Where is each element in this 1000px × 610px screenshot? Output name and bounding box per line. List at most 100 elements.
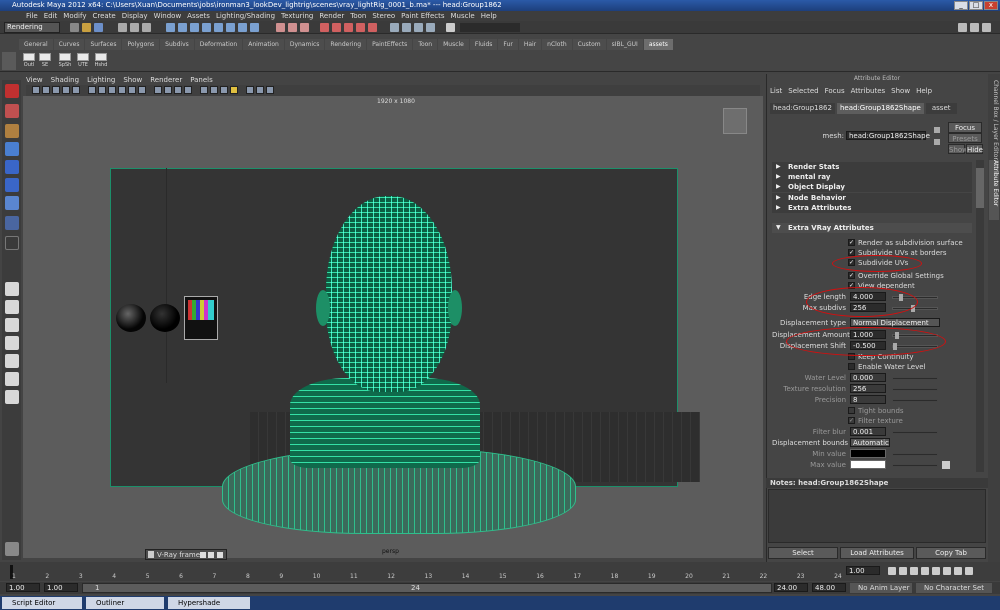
checkbox-tight-bounds[interactable] (848, 407, 855, 414)
go-to-end-icon[interactable] (965, 567, 973, 575)
shelf-tab-animation[interactable]: Animation (243, 39, 284, 50)
render-frame-icon[interactable] (402, 23, 411, 32)
attr-scroll-thumb[interactable] (976, 168, 984, 208)
viewport-menu-show[interactable]: Show (123, 76, 142, 85)
range-slider[interactable]: 1 24 (82, 583, 772, 593)
show-channel-box-icon[interactable] (982, 23, 991, 32)
play-backward-icon[interactable] (921, 567, 929, 575)
checkbox-enable-water[interactable] (848, 363, 855, 370)
shelf-spsh-button[interactable]: SpSh (58, 53, 72, 68)
section-node-behavior[interactable]: ▶ Node Behavior (772, 193, 972, 203)
persp-outliner-layout-icon[interactable] (5, 318, 19, 332)
chrome-ball[interactable] (116, 304, 146, 332)
paint-select-tool-icon[interactable] (5, 124, 19, 138)
last-tool-icon[interactable] (5, 236, 19, 250)
task-script-editor[interactable]: Script Editor (2, 597, 82, 609)
vray-close-button[interactable] (217, 552, 223, 558)
shelf-tab-surfaces[interactable]: Surfaces (85, 39, 122, 50)
mesh-name-field[interactable]: head:Group1862Shape (846, 131, 930, 140)
field-precision[interactable]: 8 (850, 395, 886, 404)
wireframe-icon[interactable] (154, 86, 162, 94)
shelf-tab-polygons[interactable]: Polygons (122, 39, 160, 50)
dropdown-displacement-type[interactable]: Normal Displacement (850, 318, 940, 327)
safe-action-icon[interactable] (128, 86, 136, 94)
menu-stereo[interactable]: Stereo (372, 11, 395, 21)
tab-group-transform[interactable]: head:Group1862 (770, 103, 835, 114)
menu-edit[interactable]: Edit (44, 11, 58, 21)
viewport-menu-shading[interactable]: Shading (51, 76, 79, 85)
menu-render[interactable]: Render (319, 11, 344, 21)
bookmark-icon[interactable] (52, 86, 60, 94)
select-rendering-icon[interactable] (238, 23, 247, 32)
node-input-icon[interactable] (934, 127, 940, 133)
viewport-menu-view[interactable]: View (26, 76, 43, 85)
animation-end-field[interactable]: 48.00 (812, 583, 846, 592)
xray-icon[interactable] (184, 86, 192, 94)
view-cube-icon[interactable] (723, 108, 747, 134)
section-object-display[interactable]: ▶ Object Display (772, 182, 972, 192)
go-to-start-icon[interactable] (888, 567, 896, 575)
viewport-menu-panels[interactable]: Panels (190, 76, 213, 85)
persp-graph-hypergraph-layout-icon[interactable] (5, 372, 19, 386)
checkbox-render-subdiv[interactable]: ✓ (848, 239, 855, 246)
animation-start-field[interactable]: 1.00 (6, 583, 40, 592)
output-ops-icon[interactable] (356, 23, 365, 32)
move-tool-icon[interactable] (5, 142, 19, 156)
snap-curve-icon[interactable] (288, 23, 297, 32)
persp-graph-layout-icon[interactable] (5, 336, 19, 350)
select-handles-icon[interactable] (166, 23, 175, 32)
maximize-button[interactable]: □ (969, 1, 983, 10)
menu-lighting-shading[interactable]: Lighting/Shading (216, 11, 275, 21)
quick-select-field[interactable] (460, 23, 520, 32)
shadows-icon[interactable] (220, 86, 228, 94)
step-back-icon[interactable] (899, 567, 907, 575)
slider-texture-resolution[interactable] (892, 388, 938, 391)
custom-layout-icon[interactable] (5, 390, 19, 404)
presets-button[interactable]: Presets (948, 133, 982, 143)
slider-water-level[interactable] (892, 377, 938, 380)
shelf-tab-ncloth[interactable]: nCloth (542, 39, 572, 50)
shelf-tab-subdivs[interactable]: Subdivs (160, 39, 194, 50)
image-plane-icon[interactable] (62, 86, 70, 94)
select-button[interactable]: Select (768, 547, 838, 559)
select-deformers-icon[interactable] (214, 23, 223, 32)
shelf-tab-rendering[interactable]: Rendering (325, 39, 367, 50)
attr-menu-attributes[interactable]: Attributes (851, 87, 886, 95)
grey-ball[interactable] (150, 304, 180, 332)
tab-attribute-editor[interactable]: Attribute Editor (989, 160, 999, 220)
menu-window[interactable]: Window (154, 11, 182, 21)
make-live-icon[interactable] (332, 23, 341, 32)
select-surfaces-icon[interactable] (202, 23, 211, 32)
xray-joints-icon[interactable] (256, 86, 264, 94)
play-forward-icon[interactable] (932, 567, 940, 575)
camera-attributes-icon[interactable] (42, 86, 50, 94)
menu-set-dropdown[interactable]: Rendering (4, 22, 60, 33)
scale-tool-icon[interactable] (5, 178, 19, 192)
attr-menu-help[interactable]: Help (916, 87, 932, 95)
copy-tab-button[interactable]: Copy Tab (916, 547, 986, 559)
step-forward-icon[interactable] (954, 567, 962, 575)
input-ops-icon[interactable] (344, 23, 353, 32)
tab-asset[interactable]: asset (925, 103, 957, 114)
lasso-tool-icon[interactable] (5, 104, 19, 118)
character-set-dropdown[interactable]: No Character Set (916, 583, 992, 593)
checkbox-subdiv-uv-borders[interactable]: ✓ (848, 249, 855, 256)
viewport-menu-lighting[interactable]: Lighting (87, 76, 115, 85)
playback-start-field[interactable]: 1.00 (44, 583, 78, 592)
focus-button[interactable]: Focus (948, 122, 982, 133)
show-tool-settings-icon[interactable] (970, 23, 979, 32)
vray-max-button[interactable] (208, 552, 214, 558)
notes-textarea[interactable] (768, 489, 986, 543)
menu-modify[interactable]: Modify (63, 11, 86, 21)
attr-menu-list[interactable]: List (770, 87, 782, 95)
section-extra-vray[interactable]: ▼ Extra VRay Attributes (772, 223, 972, 233)
swatch-max-value[interactable] (850, 460, 886, 469)
menu-toon[interactable]: Toon (350, 11, 366, 21)
shelf-tab-general[interactable]: General (19, 39, 53, 50)
checkbox-filter-texture[interactable]: ✓ (848, 417, 855, 424)
select-camera-icon[interactable] (32, 86, 40, 94)
shelf-tab-toon[interactable]: Toon (413, 39, 438, 50)
current-frame-field[interactable]: 1.00 (846, 566, 880, 575)
menu-create[interactable]: Create (92, 11, 115, 21)
save-scene-icon[interactable] (94, 23, 103, 32)
